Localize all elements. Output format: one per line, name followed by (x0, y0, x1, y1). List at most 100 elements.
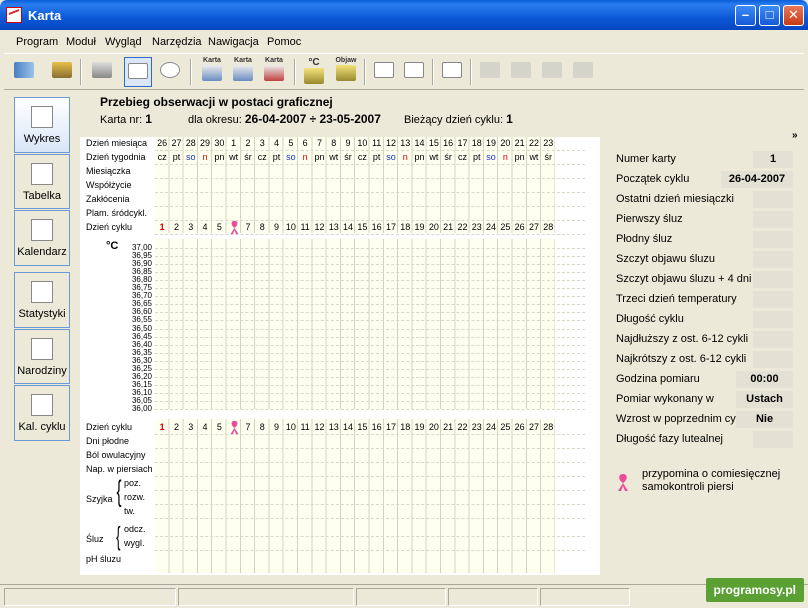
row-label: Dzień miesiąca (86, 138, 148, 148)
day-of-month: 19 (486, 138, 497, 148)
cycle-day: 5 (216, 222, 222, 232)
sidebar-item-tabelka[interactable]: Tabelka (14, 154, 70, 209)
ovulation-button[interactable] (370, 57, 398, 87)
ph-label: pH śluzu (86, 554, 122, 564)
sidebar-item-narodziny[interactable]: Narodziny (14, 329, 70, 384)
temperature-button[interactable]: °C (300, 57, 328, 87)
panel-label: Płodny śluz (616, 233, 673, 245)
day-of-week: pt (272, 152, 281, 162)
arrow-last-icon (573, 62, 593, 78)
day-of-week: wt (529, 152, 539, 162)
cycle-day: 16 (371, 222, 382, 232)
day-of-week: śr (344, 152, 352, 162)
last-cycle-button[interactable] (569, 57, 597, 87)
day-of-week: pt (372, 152, 381, 162)
arrow-first-icon (480, 62, 500, 78)
day-of-month: 15 (428, 138, 439, 148)
close-button[interactable]: ✕ (783, 5, 804, 26)
line-chart-icon (128, 63, 148, 79)
day-of-month: 17 (457, 138, 468, 148)
sluz-label: Śluz (86, 534, 104, 544)
menu-pomoc[interactable]: Pomoc (267, 36, 301, 48)
exit-button[interactable] (10, 57, 38, 87)
minimize-button[interactable]: – (735, 5, 756, 26)
panel-value: 00:00 (736, 371, 793, 388)
exit-door-icon (14, 62, 34, 78)
row-label: Zakłócenia (86, 194, 130, 204)
thermometer-icon (304, 68, 324, 84)
menu-program[interactable]: Program (16, 36, 58, 48)
card-edit-icon (233, 65, 253, 81)
day-of-week: wt (329, 152, 339, 162)
day-of-week: so (185, 152, 196, 162)
temp-grid-line (155, 344, 585, 346)
toolbar-separator (190, 59, 192, 85)
prev-cycle-button[interactable] (507, 57, 535, 87)
cycle-day: 22 (457, 222, 468, 232)
menu-wyglad[interactable]: Wygląd (105, 36, 142, 48)
sidebar-item-kalendarz[interactable]: Kalendarz (14, 210, 70, 266)
cycle-day-bottom: 22 (457, 422, 468, 432)
chart-view-button[interactable] (124, 57, 152, 87)
status-pane (4, 588, 176, 606)
cycle-day: 10 (285, 222, 296, 232)
cycle-day-bottom: 19 (414, 422, 425, 432)
day-of-week: n (402, 152, 408, 162)
settings-button[interactable] (48, 57, 76, 87)
menu-modul[interactable]: Moduł (66, 36, 96, 48)
app-chart-icon[interactable] (6, 7, 22, 23)
cycle-chart-button[interactable] (438, 57, 466, 87)
table-icon (31, 163, 53, 185)
menu-narzedzia[interactable]: Narzędzia (152, 36, 202, 48)
row-label: Ból owulacyjny (86, 450, 146, 460)
cycle-day: 20 (428, 222, 439, 232)
first-cycle-button[interactable] (476, 57, 504, 87)
compare-chart-button[interactable] (400, 57, 428, 87)
panel-value (753, 251, 793, 268)
pink-ribbon-icon (230, 420, 238, 435)
cycle-day-bottom: 20 (428, 422, 439, 432)
grid-line (155, 192, 585, 193)
day-of-week: n (202, 152, 208, 162)
cycle-day: 25 (500, 222, 511, 232)
grid-line (155, 536, 585, 537)
temp-grid-line (155, 360, 585, 362)
panel-label: Pomiar wykonany w (616, 393, 714, 405)
panel-value (753, 291, 793, 308)
day-of-month: 28 (185, 138, 196, 148)
temp-grid-line (155, 312, 585, 314)
sidebar-item-statystyki[interactable]: Statystyki (14, 272, 70, 328)
day-of-month: 7 (316, 138, 322, 148)
cycle-day-bottom: 27 (528, 422, 539, 432)
cycle-timer-button[interactable] (156, 57, 184, 87)
szyjka-item: tw. (124, 506, 136, 516)
menu-nawigacja[interactable]: Nawigacja (208, 36, 259, 48)
watermark: programosy.pl (705, 578, 804, 602)
temp-grid-line (155, 288, 585, 290)
cycle-day-bottom: 2 (173, 422, 179, 432)
panel-label: Trzeci dzień temperatury (616, 293, 737, 305)
next-cycle-button[interactable] (538, 57, 566, 87)
period: dla okresu: 26-04-2007 ÷ 23-05-2007 (188, 112, 381, 126)
sidebar-item-wykres[interactable]: Wykres (14, 97, 70, 153)
sidebar-item-kal-cyklu[interactable]: Kal. cyklu (14, 385, 70, 441)
panel-label: Długość fazy lutealnej (616, 433, 724, 445)
grid-line (155, 504, 585, 505)
szyjka-item: rozw. (124, 492, 146, 502)
card-button[interactable]: Karta (198, 57, 226, 87)
temp-grid-line (155, 400, 585, 402)
panel-collapse-button[interactable]: » (792, 130, 798, 141)
symptom-button[interactable]: Objaw (332, 57, 360, 87)
row-label: Dzień tygodnia (86, 152, 146, 162)
cycle-line-icon (442, 62, 462, 78)
sluz-item: odcz. (124, 524, 146, 534)
card-delete-button[interactable]: Karta (260, 57, 288, 87)
print-button[interactable] (88, 57, 116, 87)
day-of-week: pn (414, 152, 425, 162)
day-of-week: wt (429, 152, 439, 162)
maximize-button[interactable]: □ (759, 5, 780, 26)
day-of-month: 1 (231, 138, 237, 148)
panel-label: Początek cyklu (616, 173, 690, 185)
card-edit-button[interactable]: Karta (229, 57, 257, 87)
cycle-day-bottom: 12 (314, 422, 325, 432)
